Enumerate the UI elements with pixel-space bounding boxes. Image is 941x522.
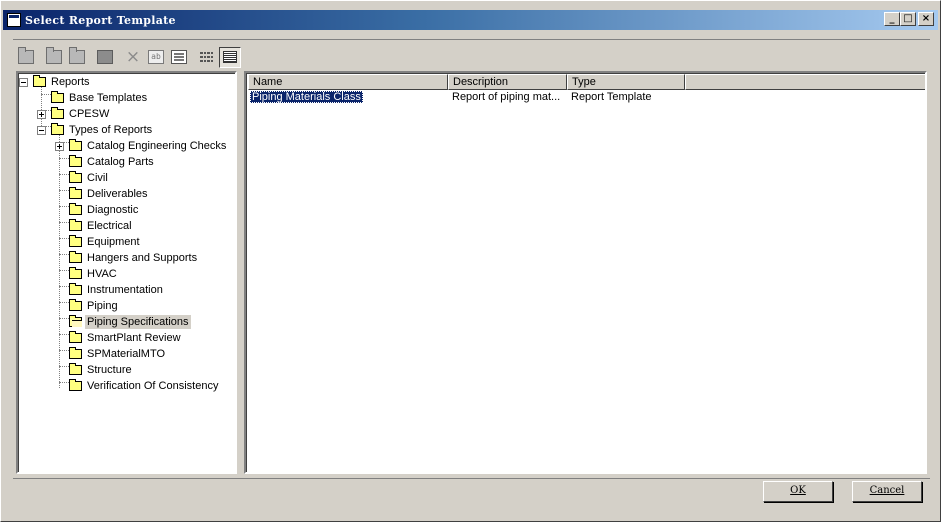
- folder-icon: [69, 299, 82, 311]
- tree-item-deliverables[interactable]: Deliverables: [69, 186, 150, 202]
- select-report-template-dialog: Select Report Template _ □ × × ab Report…: [0, 0, 941, 522]
- folder-icon: [69, 283, 82, 295]
- details-view-icon: [223, 51, 237, 63]
- folder-icon: [69, 379, 82, 391]
- window-controls: _ □ ×: [884, 12, 934, 26]
- tree-item-catalog-engineering-checks[interactable]: Catalog Engineering Checks: [69, 138, 228, 154]
- folder-tree[interactable]: Reports Base Templates CPESW Types of Re…: [16, 71, 237, 474]
- tree-item-diagnostic[interactable]: Diagnostic: [69, 202, 140, 218]
- folder-icon: [33, 75, 46, 87]
- collapse-types-of-reports-toggle[interactable]: [37, 126, 46, 135]
- template-list[interactable]: Name Description Type Piping Materials C…: [244, 71, 927, 474]
- copy-item-icon: [69, 47, 85, 64]
- rename-icon: ab: [148, 50, 164, 64]
- folder-icon: [69, 267, 82, 279]
- tree-item-equipment[interactable]: Equipment: [69, 234, 142, 250]
- toolbar: × ab: [15, 45, 242, 69]
- open-folder-icon: [69, 315, 82, 327]
- expand-cpesw-toggle[interactable]: [37, 110, 46, 119]
- list-view-button[interactable]: [196, 47, 218, 68]
- tree-item-reports[interactable]: Reports: [33, 74, 92, 90]
- list-view-icon: [200, 51, 214, 63]
- new-item-button[interactable]: [43, 47, 65, 68]
- tree-item-piping[interactable]: Piping: [69, 298, 120, 314]
- title-bar[interactable]: Select Report Template _ □ ×: [3, 10, 938, 30]
- folder-icon: [69, 171, 82, 183]
- folder-icon: [69, 363, 82, 375]
- copy-item-button[interactable]: [66, 47, 88, 68]
- new-folder-icon: [18, 47, 34, 64]
- window-title: Select Report Template: [25, 13, 176, 27]
- tree-item-cpesw[interactable]: CPESW: [51, 106, 111, 122]
- column-header-description[interactable]: Description: [448, 74, 567, 90]
- folder-icon: [69, 203, 82, 215]
- column-header-filler: [685, 74, 925, 90]
- folder-icon: [69, 187, 82, 199]
- delete-icon: ×: [125, 47, 141, 67]
- tree-item-hangers-and-supports[interactable]: Hangers and Supports: [69, 250, 199, 266]
- properties-button[interactable]: [168, 47, 190, 68]
- rename-button[interactable]: ab: [145, 47, 167, 68]
- tree-item-structure[interactable]: Structure: [69, 362, 134, 378]
- tree-item-piping-specifications[interactable]: Piping Specifications: [69, 314, 191, 330]
- tree-item-smartplant-review[interactable]: SmartPlant Review: [69, 330, 183, 346]
- box-icon: [97, 50, 113, 64]
- list-header: Name Description Type: [248, 74, 925, 90]
- cancel-button[interactable]: Cancel: [852, 481, 922, 502]
- footer-divider: [13, 478, 930, 479]
- tree-item-electrical[interactable]: Electrical: [69, 218, 134, 234]
- new-item-icon: [46, 47, 62, 64]
- folder-icon: [69, 331, 82, 343]
- folder-icon: [69, 235, 82, 247]
- folder-icon: [51, 107, 64, 119]
- list-item[interactable]: Piping Materials Class Report of piping …: [248, 91, 685, 105]
- tree-item-instrumentation[interactable]: Instrumentation: [69, 282, 165, 298]
- column-header-type[interactable]: Type: [567, 74, 685, 90]
- tree-item-base-templates[interactable]: Base Templates: [51, 90, 149, 106]
- delete-button[interactable]: ×: [122, 47, 144, 68]
- list-item-description: Report of piping mat...: [452, 91, 561, 103]
- tree-item-hvac[interactable]: HVAC: [69, 266, 119, 282]
- list-item-type: Report Template: [571, 91, 652, 103]
- folder-icon: [51, 91, 64, 103]
- folder-icon: [69, 347, 82, 359]
- box-button[interactable]: [94, 47, 116, 68]
- close-button[interactable]: ×: [918, 12, 934, 26]
- folder-icon: [69, 139, 82, 151]
- folder-icon: [69, 251, 82, 263]
- column-header-name[interactable]: Name: [248, 74, 448, 90]
- collapse-reports-toggle[interactable]: [19, 78, 28, 87]
- details-view-button[interactable]: [219, 46, 241, 68]
- folder-icon: [69, 219, 82, 231]
- folder-icon: [69, 155, 82, 167]
- tree-item-verification-of-consistency[interactable]: Verification Of Consistency: [69, 378, 220, 394]
- properties-icon: [171, 50, 187, 64]
- tree-item-civil[interactable]: Civil: [69, 170, 110, 186]
- ok-button[interactable]: OK: [763, 481, 833, 502]
- tree-item-spmaterialmto[interactable]: SPMaterialMTO: [69, 346, 167, 362]
- folder-icon: [51, 123, 64, 135]
- new-folder-button[interactable]: [15, 47, 37, 68]
- app-icon: [7, 13, 21, 27]
- tree-item-catalog-parts[interactable]: Catalog Parts: [69, 154, 156, 170]
- list-item-name[interactable]: Piping Materials Class: [250, 91, 363, 103]
- maximize-button[interactable]: □: [900, 12, 916, 26]
- minimize-button[interactable]: _: [884, 12, 900, 26]
- expand-catalog-engineering-checks-toggle[interactable]: [55, 142, 64, 151]
- tree-item-types-of-reports[interactable]: Types of Reports: [51, 122, 154, 138]
